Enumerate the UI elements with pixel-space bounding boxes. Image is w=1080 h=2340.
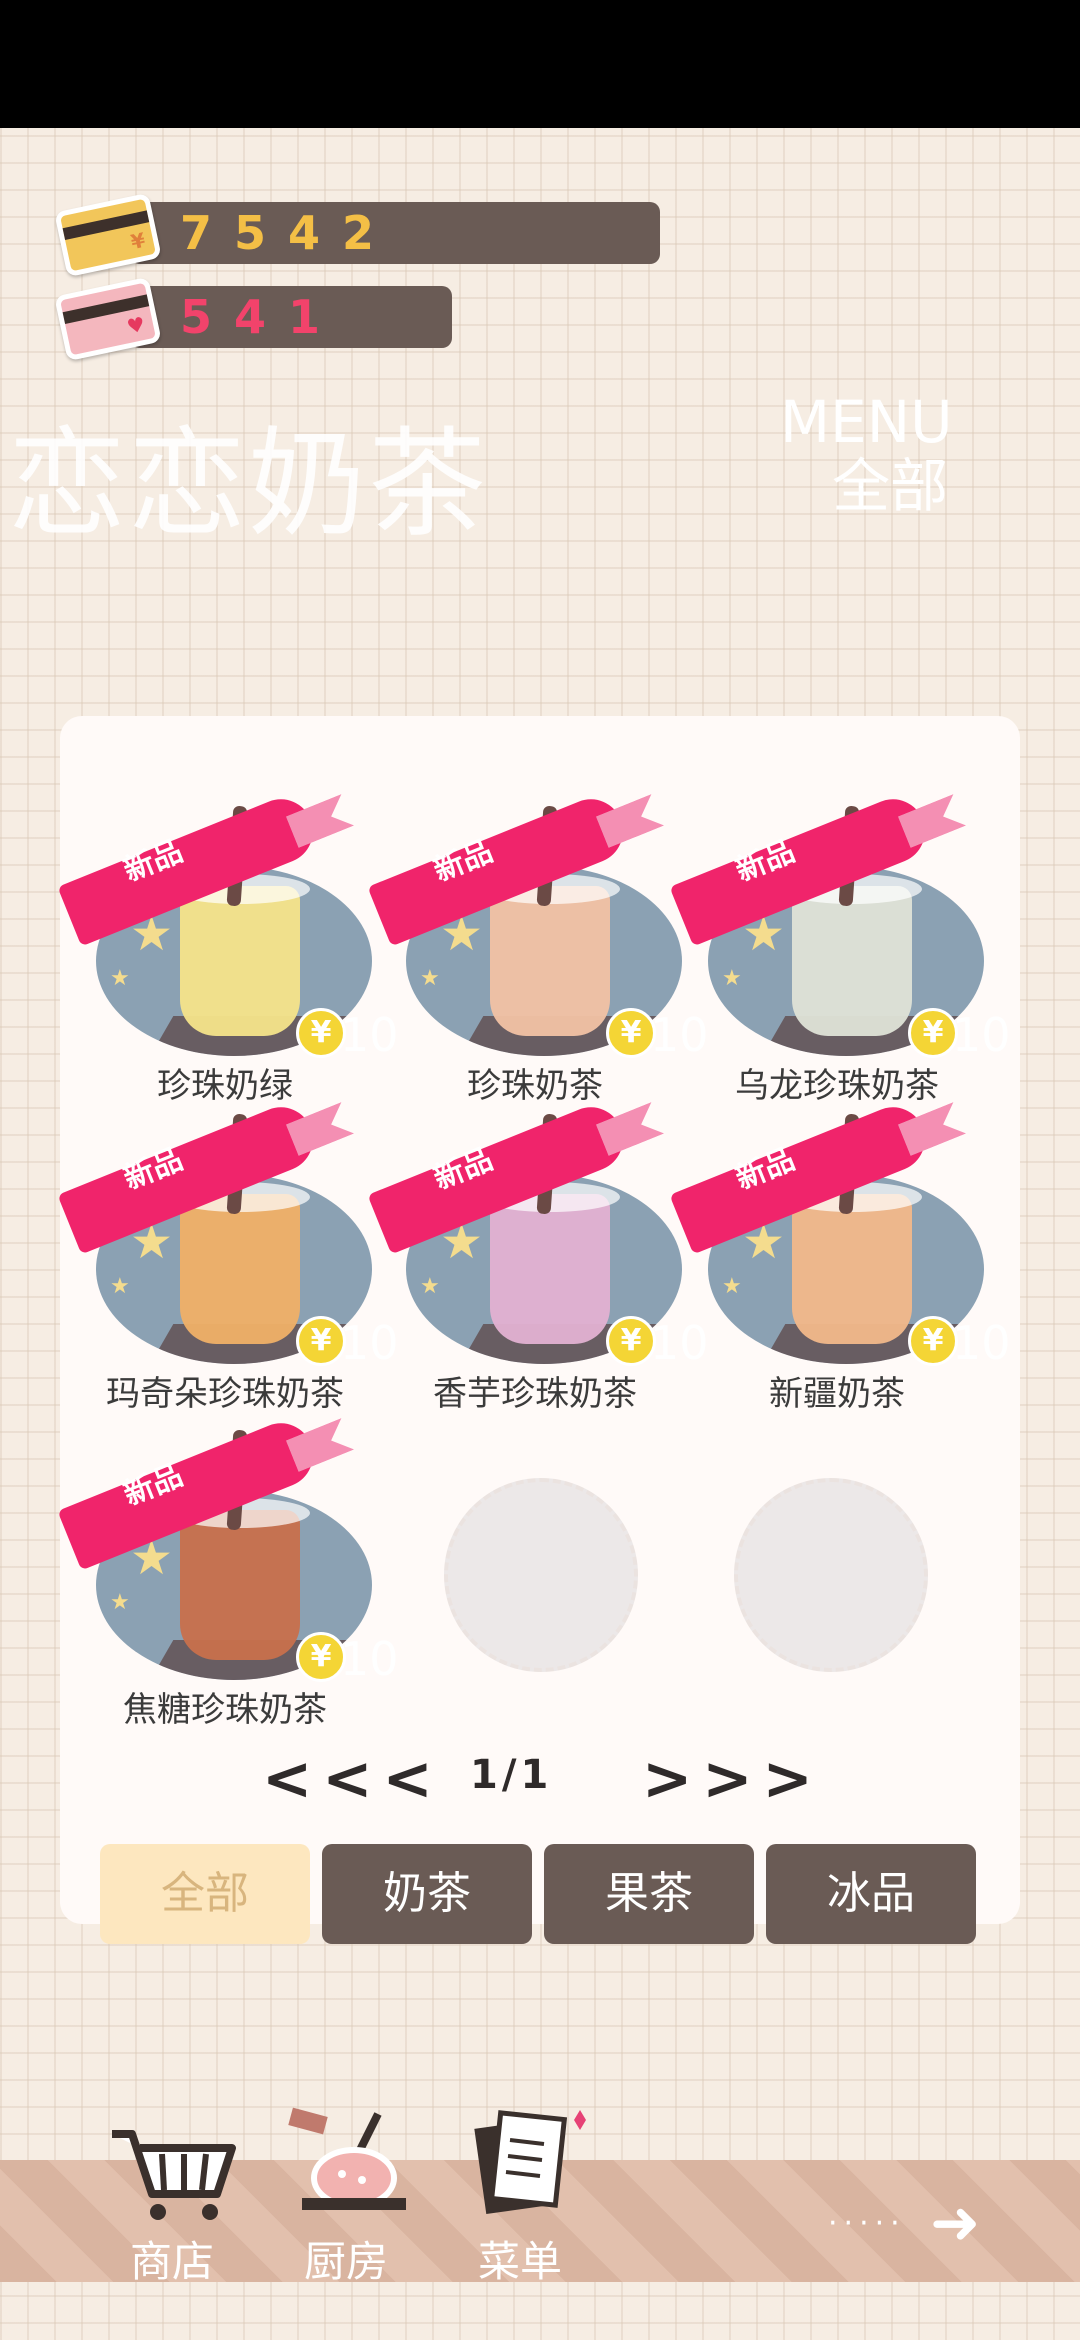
kitchen-pot-icon <box>288 2107 406 2210</box>
star-icon: ★ <box>722 1274 742 1299</box>
love-currency: ♥ 541 <box>54 276 454 362</box>
drink-cup-icon <box>792 886 912 1036</box>
coin-icon: ¥ <box>606 1316 656 1366</box>
cart-icon <box>112 2130 236 2220</box>
top-status-area <box>0 0 1080 128</box>
nav-shop-label: 商店 <box>129 2237 214 2286</box>
item-name: 香芋珍珠奶茶 <box>433 1374 637 1414</box>
star-icon: ★ <box>110 1274 130 1299</box>
star-icon: ★ <box>110 966 130 991</box>
item-price: 10 <box>340 1632 399 1686</box>
tab-fruit-tea[interactable]: 果茶 <box>544 1844 754 1944</box>
love-amount: 541 <box>180 290 343 344</box>
coin-icon: ¥ <box>908 1316 958 1366</box>
item-price: 10 <box>952 1316 1011 1370</box>
item-name: 新疆奶茶 <box>769 1374 905 1414</box>
menu-item-card[interactable]: ★ ★ 新品 ¥ 10 焦糖珍珠奶茶 <box>57 1413 399 1730</box>
menu-item-card[interactable]: ★ ★ 新品 ¥ 10 玛奇朵珍珠奶茶 <box>57 1097 399 1414</box>
tab-milk-tea[interactable]: 奶茶 <box>322 1844 532 1944</box>
drink-cup-icon <box>490 886 610 1036</box>
coin-icon: ¥ <box>296 1008 346 1058</box>
star-icon: ★ <box>722 966 742 991</box>
coin-icon: ¥ <box>296 1316 346 1366</box>
menu-book-icon <box>474 2110 586 2215</box>
item-price: 10 <box>952 1008 1011 1062</box>
yen-mark: ¥ <box>128 227 148 255</box>
shop-title: 恋恋奶茶 <box>8 415 489 553</box>
drink-cup-icon <box>180 1510 300 1660</box>
coin-icon: ¥ <box>606 1008 656 1058</box>
gold-card-icon: ¥ <box>54 192 162 278</box>
nav-kitchen-label: 厨房 <box>303 2237 388 2286</box>
heart-mark: ♥ <box>124 311 148 339</box>
menu-label: MENU <box>780 388 953 456</box>
tab-ice[interactable]: 冰品 <box>766 1844 976 1944</box>
page-indicator: 1/1 <box>470 1752 553 1798</box>
star-icon: ★ <box>420 1274 440 1299</box>
nav-shop[interactable]: 商店 <box>92 2104 252 2294</box>
love-card-icon: ♥ <box>54 276 162 362</box>
menu-item-card[interactable]: ★ ★ 新品 ¥ 10 香芋珍珠奶茶 <box>367 1097 709 1414</box>
nav-menu[interactable]: 菜单 <box>444 2104 604 2294</box>
star-icon: ★ <box>110 1590 130 1615</box>
star-icon: ★ <box>420 966 440 991</box>
gold-amount: 7542 <box>180 206 397 260</box>
more-dots[interactable]: ····· <box>828 2206 906 2241</box>
tab-all[interactable]: 全部 <box>100 1844 310 1944</box>
menu-item-card[interactable]: ★ ★ 新品 ¥ 10 乌龙珍珠奶茶 <box>669 789 1011 1106</box>
menu-item-card[interactable]: ★ ★ 新品 ¥ 10 珍珠奶茶 <box>367 789 709 1106</box>
item-name: 乌龙珍珠奶茶 <box>735 1066 939 1106</box>
item-name: 珍珠奶绿 <box>157 1066 293 1106</box>
nav-menu-label: 菜单 <box>477 2237 562 2286</box>
coin-icon: ¥ <box>296 1632 346 1682</box>
drink-cup-icon <box>180 1194 300 1344</box>
gold-currency: ¥ 7542 <box>54 192 664 278</box>
drink-cup-icon <box>180 886 300 1036</box>
next-page-button[interactable]: >>> <box>642 1744 823 1814</box>
empty-slot <box>444 1478 638 1672</box>
menu-panel: ★ ★ 新品 ¥ 10 珍珠奶绿 ★ ★ 新品 ¥ 10 珍珠奶茶 ★ ★ 新品… <box>57 716 1020 1924</box>
drink-cup-icon <box>490 1194 610 1344</box>
menu-category-label: 全部 <box>831 452 948 520</box>
item-name: 焦糖珍珠奶茶 <box>123 1690 327 1730</box>
item-name: 玛奇朵珍珠奶茶 <box>106 1374 344 1414</box>
menu-item-card[interactable]: ★ ★ 新品 ¥ 10 新疆奶茶 <box>669 1097 1011 1414</box>
item-name: 珍珠奶茶 <box>467 1066 603 1106</box>
arrow-right-icon[interactable]: ➜ <box>930 2188 980 2258</box>
drink-cup-icon <box>792 1194 912 1344</box>
prev-page-button[interactable]: <<< <box>262 1744 443 1814</box>
nav-kitchen[interactable]: 厨房 <box>272 2104 432 2294</box>
empty-slot <box>734 1478 928 1672</box>
coin-icon: ¥ <box>908 1008 958 1058</box>
menu-item-card[interactable]: ★ ★ 新品 ¥ 10 珍珠奶绿 <box>57 789 399 1106</box>
